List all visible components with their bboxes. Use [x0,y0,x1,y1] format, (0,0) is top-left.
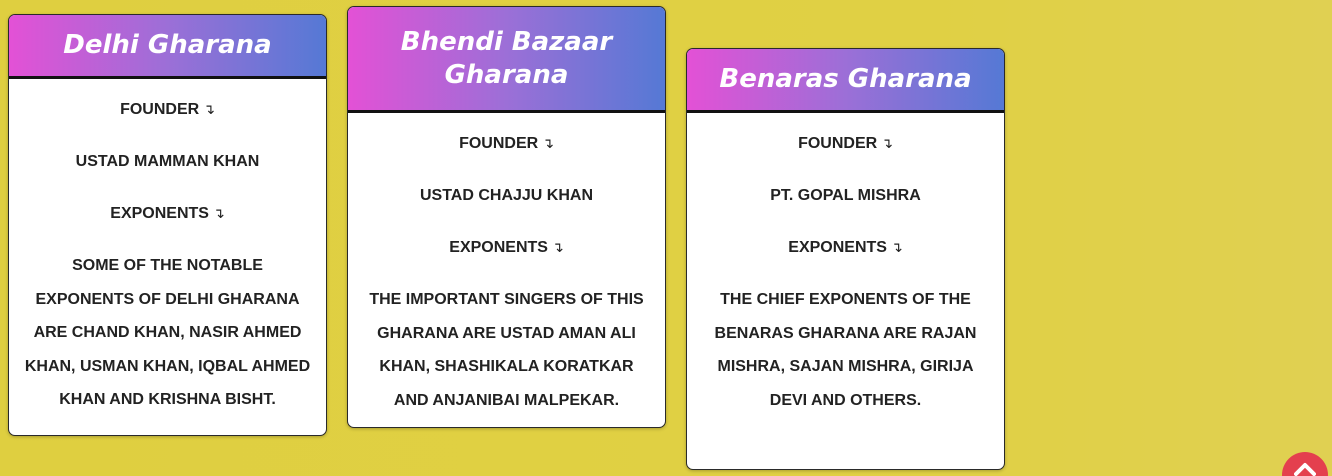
card-body: FOUNDER ↴ USTAD CHAJJU KHAN EXPONENTS ↴ TH… [348,127,665,417]
arrow-down-right-icon: ↴ [881,135,893,151]
arrow-down-right-icon: ↴ [203,101,215,117]
exponents-label: EXPONENTS ↴ [110,205,225,222]
founder-label: FOUNDER ↴ [120,101,215,118]
card-body: FOUNDER ↴ PT. GOPAL MISHRA EXPONENTS ↴ THE… [687,127,1004,417]
gharana-card-bhendi-bazaar: Bhendi Bazaar Gharana FOUNDER ↴ USTAD CHA… [347,6,666,428]
gharana-card-delhi: Delhi Gharana FOUNDER ↴ USTAD MAMMAN KHAN… [8,14,327,436]
scroll-to-top-button[interactable] [1282,452,1328,476]
arrow-down-right-icon: ↴ [212,205,225,221]
exponents-description: SOME OF THE NOTABLE EXPONENTS OF DELHI G… [24,257,311,408]
founder-label: FOUNDER ↴ [798,135,893,152]
founder-name: PT. GOPAL MISHRA [770,187,921,204]
card-body: FOUNDER ↴ USTAD MAMMAN KHAN EXPONENTS ↴ SO… [9,93,326,417]
card-title: Bhendi Bazaar Gharana [348,7,665,113]
card-title: Benaras Gharana [687,49,1004,113]
exponents-label: EXPONENTS ↴ [449,239,564,256]
arrow-down-right-icon: ↴ [890,239,903,255]
founder-label: FOUNDER ↴ [459,135,554,152]
founder-name: USTAD CHAJJU KHAN [419,187,594,204]
exponents-description: THE IMPORTANT SINGERS OF THIS GHARANA AR… [369,291,644,409]
arrow-down-right-icon: ↴ [551,239,564,255]
founder-name: USTAD MAMMAN KHAN [75,153,260,170]
exponents-label: EXPONENTS ↴ [788,239,903,256]
exponents-description: THE CHIEF EXPONENTS OF THE BENARAS GHARA… [714,291,977,409]
chevron-up-icon [1294,463,1316,476]
gharana-card-benaras: Benaras Gharana FOUNDER ↴ PT. GOPAL MISHR… [686,48,1005,470]
card-title: Delhi Gharana [9,15,326,79]
arrow-down-right-icon: ↴ [542,135,554,151]
